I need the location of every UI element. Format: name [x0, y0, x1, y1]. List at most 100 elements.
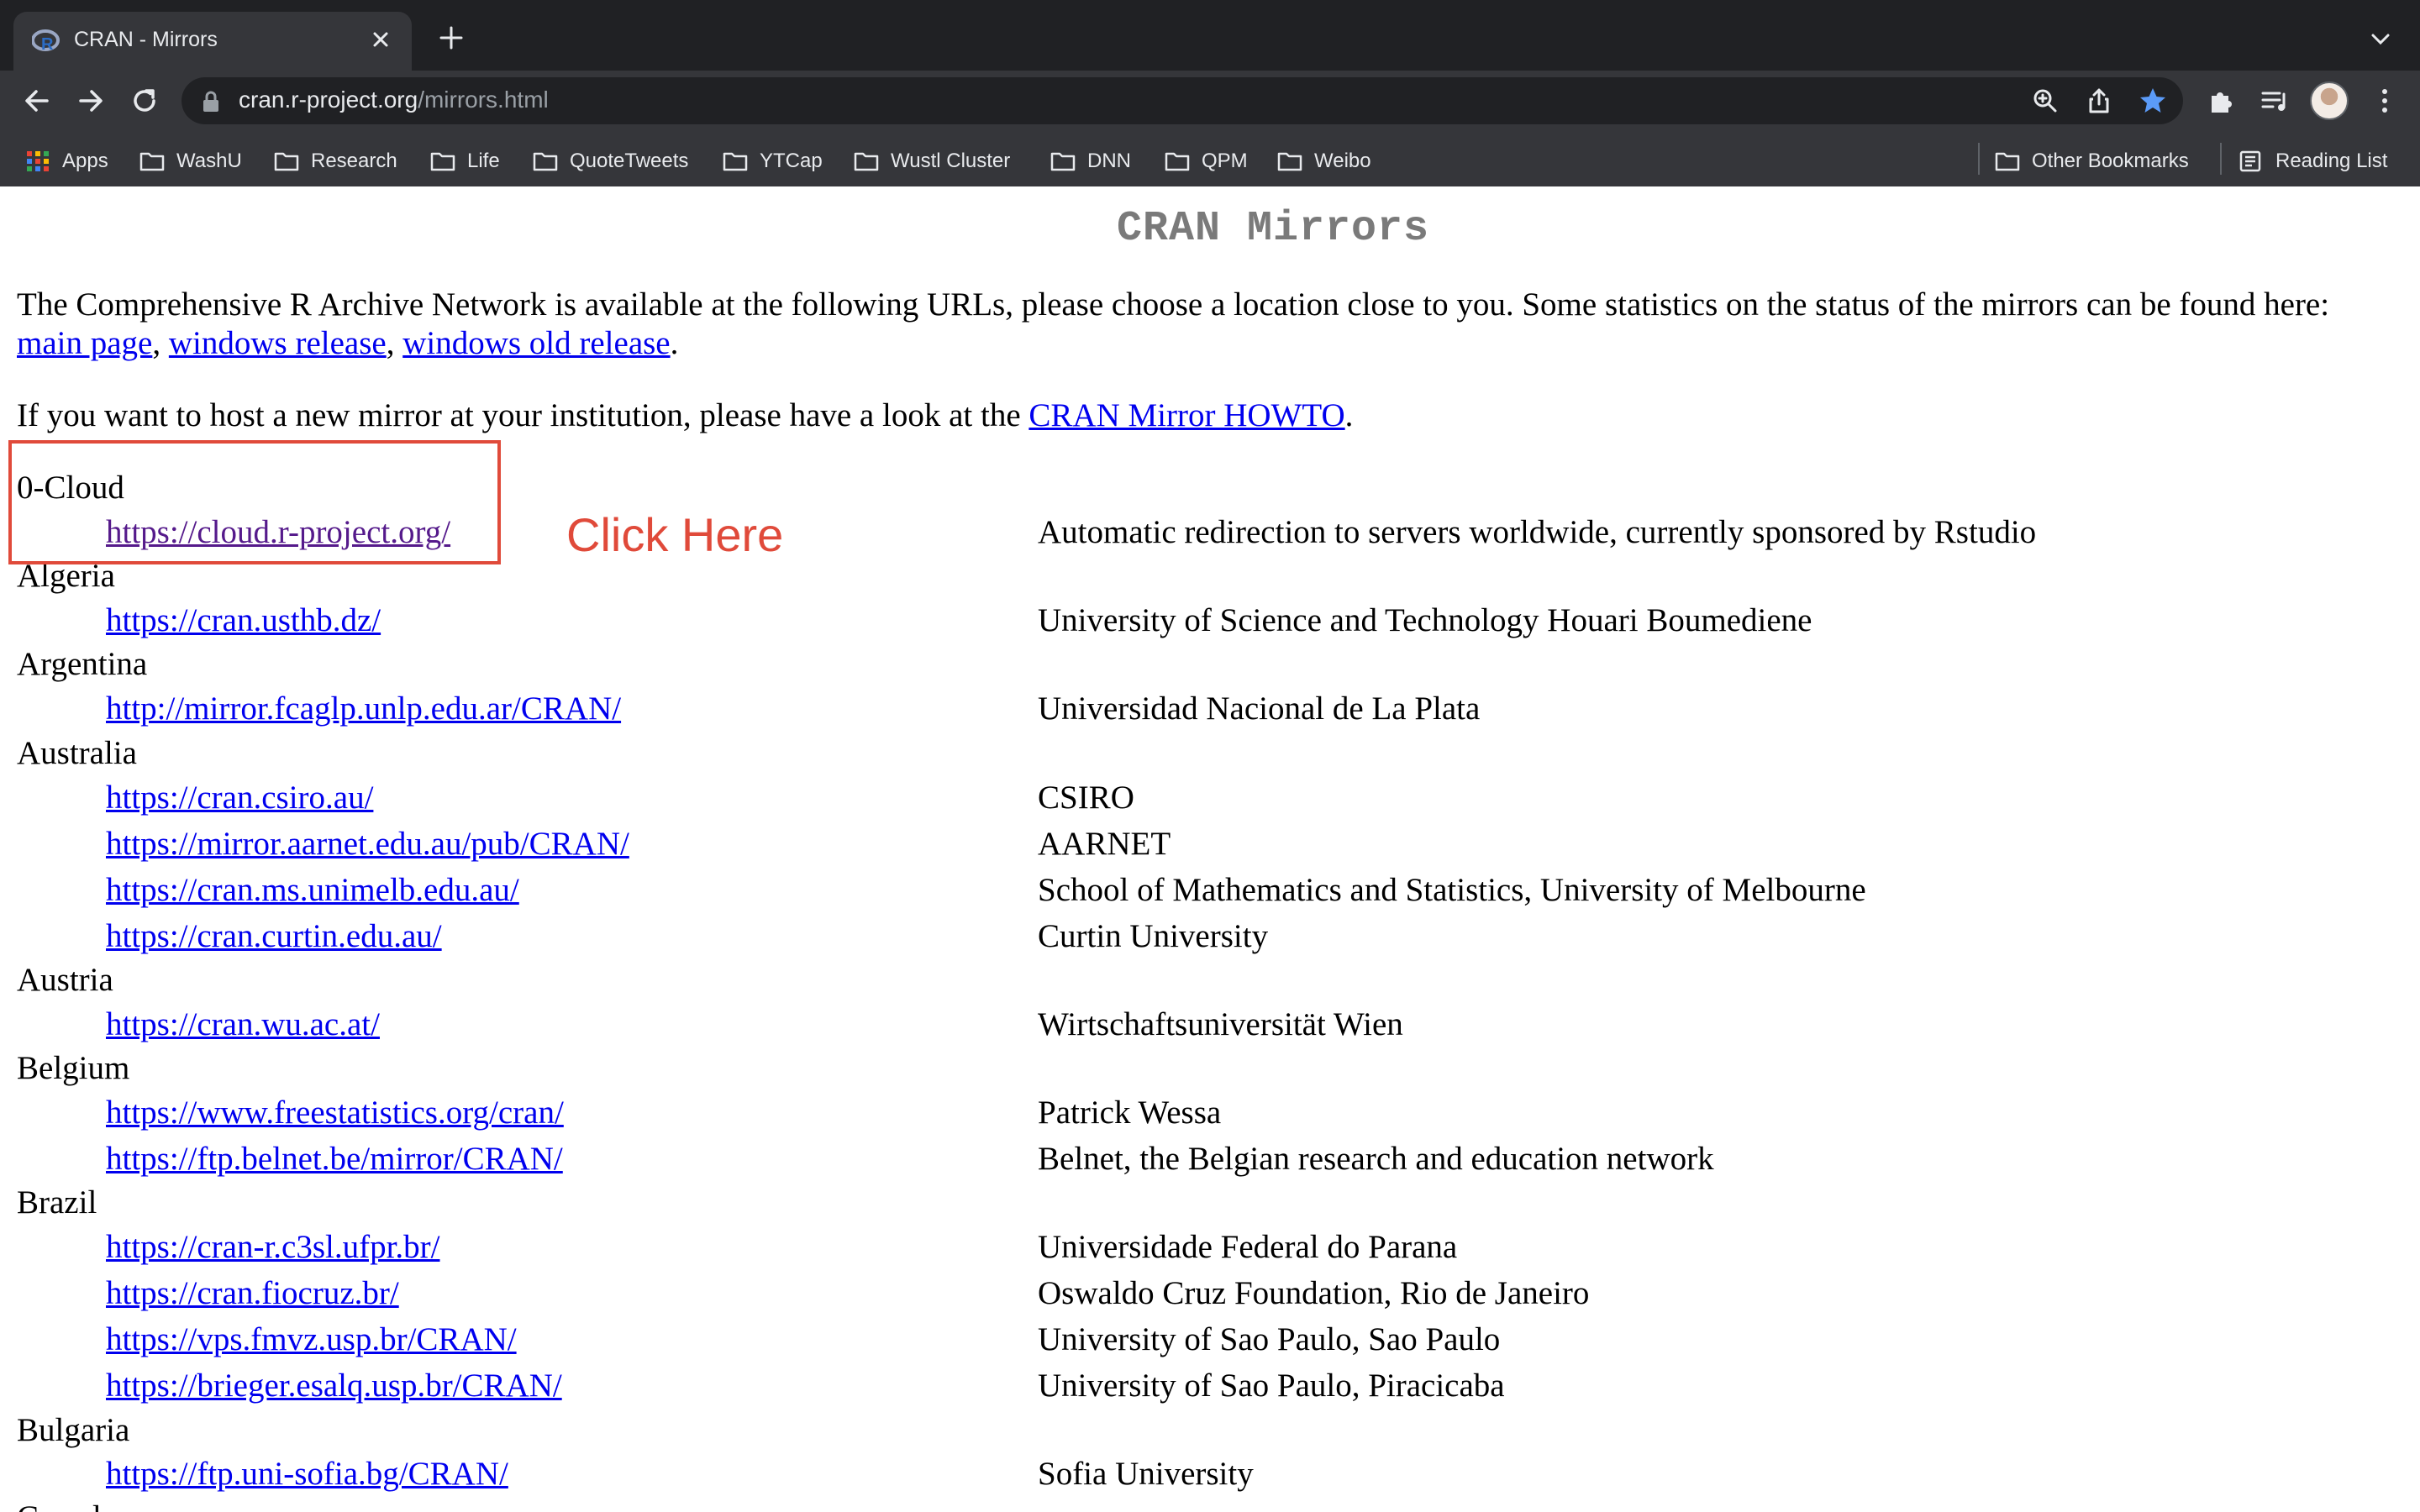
mirror-description: University of Sao Paulo, Sao Paulo — [1038, 1321, 1501, 1357]
cran-mirror-howto-link[interactable]: CRAN Mirror HOWTO — [1028, 397, 1344, 433]
forward-icon[interactable] — [74, 84, 108, 118]
mirror-link[interactable]: https://cran.csiro.au/ — [106, 779, 373, 816]
bookmarks-divider — [1978, 143, 1980, 175]
mirror-link[interactable]: https://cran.fiocruz.br/ — [106, 1274, 399, 1312]
folder-icon — [1050, 152, 1076, 171]
tab-active[interactable]: R CRAN - Mirrors — [13, 12, 412, 71]
bookmark-label: Wustl Cluster — [891, 150, 1011, 172]
folder-icon — [533, 152, 558, 171]
folder-icon — [1995, 152, 2020, 171]
folder-icon — [430, 152, 455, 171]
bookmark-star-icon[interactable] — [2138, 86, 2168, 116]
mirror-description: CSIRO — [1038, 780, 1134, 816]
mirror-description: Automatic redirection to servers worldwi… — [1038, 514, 2037, 550]
reading-list[interactable]: Reading List — [2238, 138, 2387, 185]
mirror-description: Universidade Federal do Parana — [1038, 1229, 1458, 1265]
mirror-description: AARNET — [1038, 826, 1171, 862]
country-heading: Austria — [17, 962, 113, 998]
url-path: /mirrors.html — [418, 87, 549, 113]
mirror-link[interactable]: https://cran.wu.ac.at/ — [106, 1005, 380, 1043]
bookmark-qpm[interactable]: QPM — [1165, 138, 1248, 185]
url-text[interactable]: cran.r-project.org/mirrors.html — [239, 87, 549, 113]
mirror-link[interactable]: https://vps.fmvz.usp.br/CRAN/ — [106, 1320, 517, 1358]
page-title: CRAN Mirrors — [1116, 205, 1430, 253]
bookmark-quotetweets[interactable]: QuoteTweets — [533, 138, 688, 185]
chevron-down-icon[interactable] — [2368, 29, 2393, 49]
country-heading: Australia — [17, 735, 137, 771]
mirror-link[interactable]: https://cran.curtin.edu.au/ — [106, 917, 442, 955]
windows-release-link[interactable]: windows release — [169, 325, 387, 361]
reload-icon[interactable] — [128, 84, 161, 118]
share-icon[interactable] — [2084, 86, 2114, 116]
folder-icon — [1165, 152, 1190, 171]
windows-old-release-link[interactable]: windows old release — [402, 325, 670, 361]
stats-links: main page, windows release, windows old … — [17, 325, 679, 361]
country-heading: Argentina — [17, 646, 148, 682]
main-page-link[interactable]: main page — [17, 325, 152, 361]
folder-icon — [723, 152, 748, 171]
page-content: CRAN Mirrors The Comprehensive R Archive… — [0, 186, 2420, 1512]
address-bar[interactable]: cran.r-project.org/mirrors.html — [182, 77, 2183, 124]
tab-title: CRAN - Mirrors — [74, 28, 218, 51]
bookmark-washu[interactable]: WashU — [139, 138, 242, 185]
intro-paragraph: The Comprehensive R Archive Network is a… — [17, 286, 2329, 323]
mirror-description: Wirtschaftsuniversität Wien — [1038, 1006, 1403, 1042]
zoom-icon[interactable] — [2030, 86, 2060, 116]
howto-paragraph: If you want to host a new mirror at your… — [17, 397, 1354, 433]
bookmark-label: Weibo — [1314, 150, 1371, 172]
mirror-link[interactable]: https://cran.ms.unimelb.edu.au/ — [106, 871, 519, 909]
bookmark-label: DNN — [1087, 150, 1131, 172]
bookmark-other[interactable]: Other Bookmarks — [1995, 138, 2189, 185]
bookmark-research[interactable]: Research — [274, 138, 397, 185]
bookmark-weibo[interactable]: Weibo — [1277, 138, 1371, 185]
mirror-link[interactable]: https://mirror.aarnet.edu.au/pub/CRAN/ — [106, 825, 629, 863]
mirror-link[interactable]: http://mirror.fcaglp.unlp.edu.ar/CRAN/ — [106, 690, 621, 727]
bookmarks-divider — [2220, 143, 2222, 175]
folder-icon — [274, 152, 299, 171]
bookmark-label: QuoteTweets — [570, 150, 689, 172]
country-heading: Canada — [17, 1499, 115, 1512]
bookmark-label: Other Bookmarks — [2032, 150, 2189, 172]
avatar[interactable] — [2310, 81, 2349, 120]
country-heading: Bulgaria — [17, 1412, 130, 1448]
bookmark-life[interactable]: Life — [430, 138, 500, 185]
mirror-link[interactable]: https://cran.usthb.dz/ — [106, 601, 381, 639]
mirror-description: Universidad Nacional de La Plata — [1038, 690, 1481, 727]
svg-text:R: R — [41, 35, 54, 54]
menu-icon[interactable] — [2368, 84, 2402, 118]
folder-icon — [1277, 152, 1302, 171]
new-tab-icon[interactable] — [437, 24, 466, 52]
bookmark-apps[interactable]: Apps — [25, 138, 108, 185]
tab-strip: R CRAN - Mirrors — [0, 0, 2420, 71]
mirror-link[interactable]: https://ftp.uni-sofia.bg/CRAN/ — [106, 1455, 508, 1493]
mirror-link[interactable]: https://ftp.belnet.be/mirror/CRAN/ — [106, 1140, 563, 1178]
bookmark-dnn[interactable]: DNN — [1050, 138, 1131, 185]
apps-grid-icon — [27, 151, 49, 171]
lock-icon[interactable] — [202, 91, 220, 113]
bookmark-label: QPM — [1202, 150, 1248, 172]
intro-text: The Comprehensive R Archive Network is a… — [17, 286, 2330, 323]
mirror-link[interactable]: https://cran-r.c3sl.ufpr.br/ — [106, 1228, 440, 1266]
bookmark-label: YTCap — [760, 150, 823, 172]
close-icon[interactable] — [366, 25, 395, 54]
media-control-icon[interactable] — [2259, 84, 2292, 118]
mirror-description: Patrick Wessa — [1038, 1095, 1222, 1131]
extensions-icon[interactable] — [2205, 84, 2238, 118]
reading-list-icon — [2239, 150, 2261, 172]
mirror-description: Sofia University — [1038, 1456, 1254, 1492]
mirror-description: Belnet, the Belgian research and educati… — [1038, 1141, 1714, 1177]
url-host: cran.r-project.org — [239, 87, 418, 113]
back-icon[interactable] — [20, 84, 54, 118]
mirror-link[interactable]: https://brieger.esalq.usp.br/CRAN/ — [106, 1367, 562, 1404]
bookmark-label: WashU — [176, 150, 242, 172]
mirror-description: Oswaldo Cruz Foundation, Rio de Janeiro — [1038, 1275, 1590, 1311]
mirror-description: School of Mathematics and Statistics, Un… — [1038, 872, 1866, 908]
bookmark-wustl-cluster[interactable]: Wustl Cluster — [854, 138, 1010, 185]
country-heading: Brazil — [17, 1184, 97, 1221]
bookmarks-bar: Apps WashU Research Life QuoteTweets YTC… — [0, 138, 2420, 185]
mirror-link[interactable]: https://www.freestatistics.org/cran/ — [106, 1094, 564, 1131]
highlight-box — [8, 440, 501, 564]
bookmark-label: Apps — [62, 150, 108, 172]
bookmark-ytcap[interactable]: YTCap — [723, 138, 823, 185]
mirror-description: Curtin University — [1038, 918, 1269, 954]
